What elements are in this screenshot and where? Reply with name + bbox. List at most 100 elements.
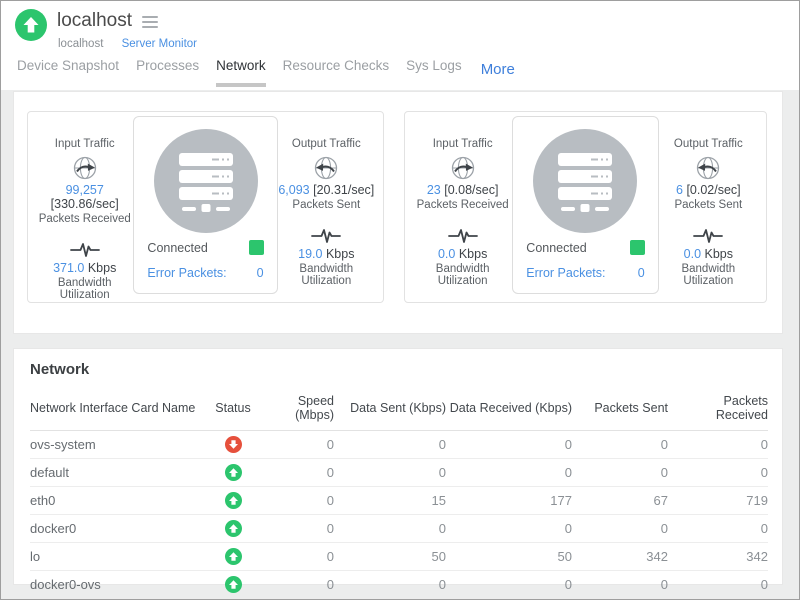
packets-sent-value: 0	[572, 515, 668, 543]
tab-processes[interactable]: Processes	[136, 58, 199, 83]
tab-network[interactable]: Network	[216, 58, 266, 87]
interface-status-icon	[225, 520, 242, 537]
col-header-data-sent: Data Sent (Kbps)	[334, 388, 446, 431]
header: localhost localhost Server Monitor Devic…	[1, 1, 799, 90]
packets-sent-value: 342	[572, 543, 668, 571]
packets-sent-rate: [20.31/sec]	[313, 183, 374, 197]
tab-device-snapshot[interactable]: Device Snapshot	[17, 58, 119, 83]
table-row: ovs-system 0 0 0 0 0	[30, 431, 768, 459]
error-packets-value[interactable]: 0	[638, 266, 645, 280]
error-packets-label[interactable]: Error Packets:	[147, 266, 226, 280]
input-traffic-section: Input Traffic 99,257 [330.86/sec] Packet…	[36, 112, 133, 302]
data-sent-value: 50	[334, 543, 446, 571]
packets-received-label: Packets Received	[413, 199, 512, 211]
interface-name: default	[30, 459, 210, 487]
status-square	[630, 240, 645, 255]
interface-status-icon	[225, 548, 242, 565]
interface-status-icon	[225, 576, 242, 593]
bandwidth-pulse-icon	[70, 241, 100, 259]
col-header-packets-sent: Packets Sent	[572, 388, 668, 431]
network-table-panel: Network Network Interface Card Name Stat…	[13, 348, 783, 585]
error-packets-label[interactable]: Error Packets:	[526, 266, 605, 280]
table-row: docker0-ovs 0 0 0 0 0	[30, 571, 768, 599]
app-window: localhost localhost Server Monitor Devic…	[0, 0, 800, 600]
interface-status-icon	[225, 436, 242, 453]
speed-value: 0	[256, 543, 334, 571]
input-bandwidth-unit: Kbps	[459, 247, 488, 261]
tab-resource-checks[interactable]: Resource Checks	[283, 58, 390, 83]
output-bandwidth-unit: Kbps	[705, 247, 734, 261]
packets-received-rate: [0.08/sec]	[444, 183, 498, 197]
speed-value: 0	[256, 459, 334, 487]
packets-received-value: 0	[668, 571, 768, 599]
monitor-type-link[interactable]: Server Monitor	[122, 38, 197, 50]
packets-received-value: 719	[668, 487, 768, 515]
server-icon	[154, 129, 258, 233]
page-title: localhost	[57, 10, 132, 32]
input-traffic-globe-icon	[72, 155, 98, 181]
col-header-status: Status	[210, 388, 256, 431]
packets-received-count[interactable]: 99,257	[66, 183, 104, 197]
interface-name: ovs-system	[30, 431, 210, 459]
interface-name: eth0	[30, 487, 210, 515]
packets-received-value: 0	[668, 459, 768, 487]
data-sent-value: 0	[334, 431, 446, 459]
output-bandwidth-label: Bandwidth Utilization	[659, 263, 758, 287]
output-traffic-globe-icon	[313, 155, 339, 181]
speed-value: 0	[256, 515, 334, 543]
speed-value: 0	[256, 431, 334, 459]
output-bandwidth-unit: Kbps	[326, 247, 355, 261]
table-title: Network	[30, 361, 766, 378]
packets-received-value: 342	[668, 543, 768, 571]
col-header-speed: Speed (Mbps)	[256, 388, 334, 431]
packets-received-label: Packets Received	[36, 213, 133, 225]
speed-value: 0	[256, 487, 334, 515]
connection-status-card: Connected Error Packets: 0	[512, 116, 658, 294]
network-interface-table: Network Interface Card Name Status Speed…	[30, 388, 768, 599]
connection-status-card: Connected Error Packets: 0	[133, 116, 277, 294]
col-header-data-received: Data Received (Kbps)	[446, 388, 572, 431]
interface-name: docker0	[30, 515, 210, 543]
packets-sent-value: 0	[572, 431, 668, 459]
packets-received-count[interactable]: 23	[427, 183, 441, 197]
output-traffic-globe-icon	[695, 155, 721, 181]
table-row: default 0 0 0 0 0	[30, 459, 768, 487]
data-received-value: 0	[446, 515, 572, 543]
table-row: docker0 0 0 0 0 0	[30, 515, 768, 543]
packets-sent-value: 0	[572, 571, 668, 599]
output-traffic-title: Output Traffic	[278, 138, 375, 150]
col-header-packets-received: Packets Received	[668, 388, 768, 431]
interface-status-icon	[225, 464, 242, 481]
up-arrow-icon	[15, 9, 47, 41]
input-bandwidth-value[interactable]: 371.0	[53, 261, 84, 275]
packets-sent-count[interactable]: 6,093	[278, 183, 309, 197]
speed-value: 0	[256, 571, 334, 599]
input-bandwidth-unit: Kbps	[88, 261, 117, 275]
output-bandwidth-value[interactable]: 0.0	[684, 247, 701, 261]
output-traffic-title: Output Traffic	[659, 138, 758, 150]
output-bandwidth-value[interactable]: 19.0	[298, 247, 322, 261]
interface-name: docker0-ovs	[30, 571, 210, 599]
tab-sys-logs[interactable]: Sys Logs	[406, 58, 462, 83]
interface-name: lo	[30, 543, 210, 571]
data-received-value: 0	[446, 431, 572, 459]
error-packets-value[interactable]: 0	[257, 266, 264, 280]
packets-sent-count[interactable]: 6	[676, 183, 683, 197]
output-bandwidth-label: Bandwidth Utilization	[278, 263, 375, 287]
device-name: localhost	[58, 38, 103, 50]
col-header-name: Network Interface Card Name	[30, 388, 210, 431]
packets-received-value: 0	[668, 515, 768, 543]
data-received-value: 177	[446, 487, 572, 515]
table-row: eth0 0 15 177 67 719	[30, 487, 768, 515]
table-row: lo 0 50 50 342 342	[30, 543, 768, 571]
output-traffic-section: Output Traffic 6 [0.02/sec] Packets Sent…	[659, 112, 758, 302]
packets-received-value: 0	[668, 431, 768, 459]
traffic-panel: Input Traffic 99,257 [330.86/sec] Packet…	[13, 91, 783, 334]
traffic-card-1: Input Traffic 99,257 [330.86/sec] Packet…	[27, 111, 384, 303]
menu-icon[interactable]	[142, 14, 158, 28]
packets-sent-label: Packets Sent	[278, 199, 375, 211]
server-up-avatar	[15, 9, 47, 41]
input-bandwidth-value[interactable]: 0.0	[438, 247, 455, 261]
input-traffic-globe-icon	[450, 155, 476, 181]
more-menu[interactable]: More	[481, 61, 515, 78]
